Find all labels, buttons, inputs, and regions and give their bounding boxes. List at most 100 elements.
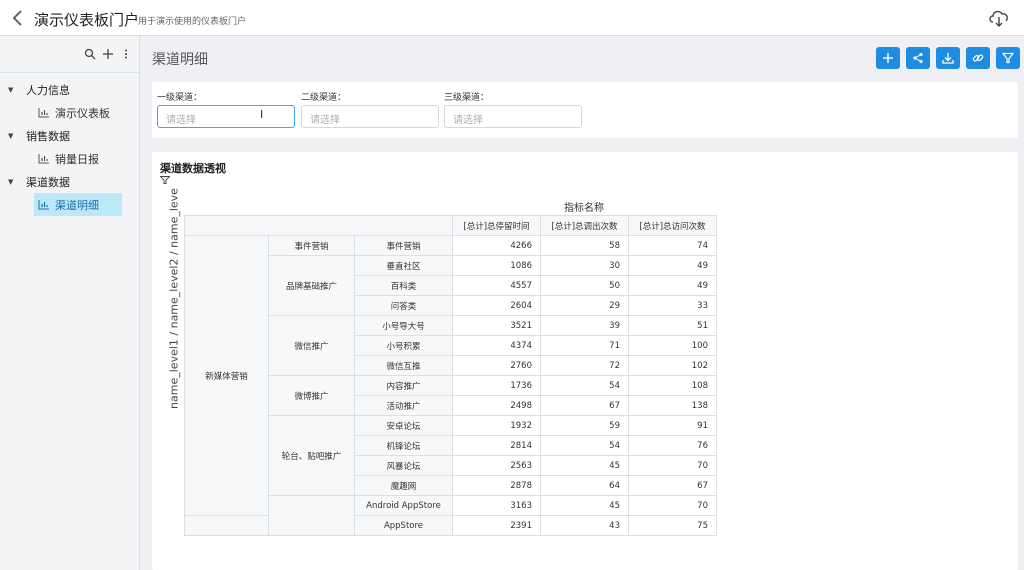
tree-group-channel[interactable]: ▼ 渠道数据: [0, 170, 140, 193]
value-cell: 1736: [452, 375, 541, 396]
chart-icon: [38, 107, 49, 117]
value-cell: 67: [628, 475, 717, 496]
value-cell: 2498: [452, 395, 541, 416]
filter-panel: 一级渠道： 请选择 I 二级渠道： 请选择 三级渠道： 请选择: [152, 82, 1018, 138]
value-cell: 30: [540, 255, 629, 276]
level2-cell: 微信推广: [268, 315, 355, 376]
value-cell: 3163: [452, 495, 541, 516]
add-button[interactable]: [876, 47, 900, 69]
link-button[interactable]: [966, 47, 990, 69]
value-cell: 45: [540, 495, 629, 516]
value-cell: 54: [540, 435, 629, 456]
value-cell: 72: [540, 355, 629, 376]
column-header[interactable]: [总计]总调出次数: [540, 215, 629, 236]
filter-label: 一级渠道：: [157, 93, 203, 103]
value-cell: 1932: [452, 415, 541, 436]
level2-cell: 事件营销: [268, 235, 355, 256]
sidebar: ▼ 人力信息 演示仪表板 ▼ 销售数据 销量日报 ▼ 渠道数据 渠道明细: [0, 36, 140, 570]
level2-cell: 微博推广: [268, 375, 355, 416]
level2-select[interactable]: 请选择: [301, 105, 439, 128]
pivot-corner-cell: [184, 215, 453, 236]
share-button[interactable]: [906, 47, 930, 69]
caret-down-icon: ▼: [8, 85, 14, 94]
value-cell: 70: [628, 495, 717, 516]
column-dimension-label: 指标名称: [564, 203, 604, 214]
filter-label: 三级渠道：: [444, 93, 490, 103]
column-header[interactable]: [总计]总访问次数: [628, 215, 717, 236]
level3-select[interactable]: 请选择: [444, 105, 582, 128]
share-icon: [913, 52, 923, 64]
level3-cell: 安卓论坛: [354, 415, 453, 436]
filter-button[interactable]: [996, 47, 1020, 69]
filter-label: 二级渠道：: [301, 93, 347, 103]
value-cell: 2760: [452, 355, 541, 376]
download-button[interactable]: [936, 47, 960, 69]
value-cell: 45: [540, 455, 629, 476]
app-subtitle: 用于演示使用的仪表板门户: [138, 17, 247, 27]
value-cell: 39: [540, 315, 629, 336]
row-dimension-label: name_level1 / name_level2 / name_leve: [167, 188, 181, 409]
table-row: 新媒体营销 事件营销 事件营销 4266 58 74: [184, 235, 717, 516]
add-icon[interactable]: [102, 48, 114, 60]
sidebar-item-demo-dashboard[interactable]: 演示仪表板: [34, 101, 122, 124]
sidebar-item-channel-detail[interactable]: 渠道明细: [34, 193, 122, 216]
value-cell: 29: [540, 295, 629, 316]
value-cell: 43: [540, 515, 629, 536]
sidebar-tree: ▼ 人力信息 演示仪表板 ▼ 销售数据 销量日报 ▼ 渠道数据 渠道明细: [0, 78, 140, 216]
download-icon: [942, 53, 954, 64]
search-icon[interactable]: [84, 48, 96, 60]
column-header[interactable]: [总计]总停留时间: [452, 215, 541, 236]
level3-cell: AppStore: [354, 515, 453, 536]
value-cell: 74: [628, 235, 717, 256]
sidebar-item-daily-sales[interactable]: 销量日报: [34, 147, 122, 170]
level3-cell: 百科类: [354, 275, 453, 296]
value-cell: 4266: [452, 235, 541, 256]
back-arrow-icon[interactable]: [8, 8, 28, 28]
value-cell: 108: [628, 375, 717, 396]
pivot-table: [总计]总停留时间 [总计]总调出次数 [总计]总访问次数 新媒体营销 事件营销事…: [184, 215, 717, 536]
page-title: 渠道明细: [152, 52, 208, 68]
sidebar-item-label: 渠道明细: [55, 198, 99, 212]
level3-cell: 内容推广: [354, 375, 453, 396]
more-vertical-icon[interactable]: [120, 48, 132, 60]
level3-cell: 小号积累: [354, 335, 453, 356]
level3-cell: 垂直社区: [354, 255, 453, 276]
value-cell: 58: [540, 235, 629, 256]
action-toolbar: [876, 47, 1020, 69]
value-cell: 4557: [452, 275, 541, 296]
value-cell: 138: [628, 395, 717, 416]
value-cell: 51: [628, 315, 717, 336]
top-header: 演示仪表板门户 用于演示使用的仪表板门户: [0, 0, 1024, 36]
caret-down-icon: ▼: [8, 131, 14, 140]
value-cell: 50: [540, 275, 629, 296]
table-row: AppStore 2391 43 75: [184, 515, 717, 536]
value-cell: 71: [540, 335, 629, 356]
value-cell: 2878: [452, 475, 541, 496]
level3-cell: 魔趣网: [354, 475, 453, 496]
tree-group-hr[interactable]: ▼ 人力信息: [0, 78, 140, 101]
level2-cell: 轮台、贴吧推广: [268, 415, 355, 496]
sidebar-divider: [0, 72, 140, 73]
tree-group-label: 销售数据: [26, 129, 70, 143]
tree-group-sales[interactable]: ▼ 销售数据: [0, 124, 140, 147]
value-cell: 54: [540, 375, 629, 396]
chart-icon: [38, 153, 49, 163]
value-cell: 64: [540, 475, 629, 496]
add-icon: [883, 53, 893, 63]
filter-level3: 三级渠道： 请选择: [444, 90, 582, 128]
value-cell: 59: [540, 415, 629, 436]
cloud-download-icon[interactable]: [988, 8, 1010, 28]
filter-level2: 二级渠道： 请选择: [301, 90, 439, 128]
value-cell: 91: [628, 415, 717, 436]
level1-select[interactable]: 请选择: [157, 105, 295, 128]
pivot-title: 渠道数据透视: [160, 162, 226, 175]
pivot-panel: 渠道数据透视 指标名称 name_level1 / name_level2 / …: [152, 152, 1018, 570]
tree-group-label: 渠道数据: [26, 175, 70, 189]
tree-group-label: 人力信息: [26, 83, 70, 97]
value-cell: 102: [628, 355, 717, 376]
filter-level1: 一级渠道： 请选择 I: [157, 90, 295, 128]
level3-cell: 事件营销: [354, 235, 453, 256]
value-cell: 3521: [452, 315, 541, 336]
level2-cell: 品牌基础推广: [268, 255, 355, 316]
caret-down-icon: ▼: [8, 177, 14, 186]
